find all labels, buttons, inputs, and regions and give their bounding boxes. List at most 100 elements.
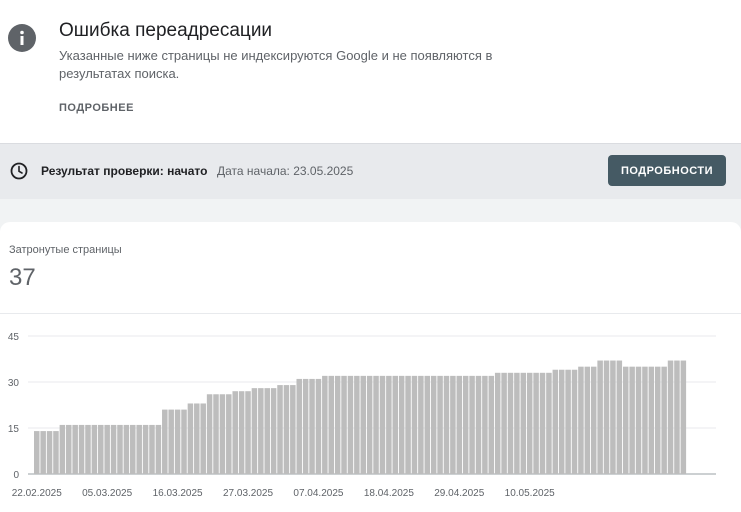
chart-bar — [309, 378, 315, 474]
chart-bar — [264, 388, 270, 474]
x-tick-label: 22.02.2025 — [12, 488, 62, 499]
chart-bar — [72, 424, 78, 474]
chart-bar — [386, 375, 392, 474]
chart-bar — [59, 424, 66, 474]
y-tick-label: 0 — [13, 470, 19, 481]
chart-bar — [142, 424, 149, 474]
chart-bar — [584, 366, 591, 474]
chart-bar — [488, 375, 495, 474]
chart-bar — [674, 360, 680, 474]
chart-bar — [430, 375, 437, 474]
chart-bar — [194, 403, 200, 474]
chart-bar — [411, 375, 418, 474]
chart-bar — [366, 375, 373, 474]
chart-bar — [162, 409, 168, 474]
chart-bar — [219, 394, 226, 474]
chart-bar — [123, 424, 130, 474]
chart-bar — [501, 372, 507, 474]
x-tick-label: 05.03.2025 — [82, 488, 132, 499]
chart-bar — [405, 375, 411, 474]
chart-bar — [98, 424, 104, 474]
validation-status: Результат проверки: начато — [41, 164, 208, 178]
chart-bar — [635, 366, 642, 474]
chart-bar — [85, 424, 91, 474]
issue-header: Ошибка переадресации Указанные ниже стра… — [0, 0, 741, 143]
chart-bar — [680, 360, 687, 474]
chart-bar — [46, 431, 53, 474]
chart-bar — [654, 366, 661, 474]
chart-bar — [315, 378, 322, 474]
chart-bar — [379, 375, 386, 474]
chart-bar — [322, 375, 328, 474]
x-tick-label: 16.03.2025 — [153, 488, 203, 499]
chart-bar — [341, 375, 347, 474]
chart-bar — [590, 366, 597, 474]
info-icon — [8, 24, 36, 52]
chart-bar — [392, 375, 399, 474]
chart-bar — [565, 369, 571, 474]
chart-bar — [597, 360, 603, 474]
chart-bar — [578, 366, 584, 474]
x-tick-label: 18.04.2025 — [364, 488, 414, 499]
chart-bar — [507, 372, 514, 474]
validation-bar: Результат проверки: начато Дата начала: … — [0, 143, 741, 199]
chart-bar — [91, 424, 98, 474]
chart-bar — [437, 375, 443, 474]
x-tick-label: 27.03.2025 — [223, 488, 273, 499]
chart-bar — [661, 366, 667, 474]
chart-bar — [136, 424, 142, 474]
chart-bar — [53, 431, 59, 474]
chart-bar — [251, 388, 258, 474]
chart-bar — [469, 375, 475, 474]
chart-bar — [168, 409, 174, 474]
chart-bar — [232, 391, 238, 474]
chart-bar — [443, 375, 450, 474]
chart-bar — [34, 431, 40, 474]
chart-bar — [277, 385, 283, 474]
chart-bar — [354, 375, 360, 474]
clock-icon — [10, 162, 28, 180]
chart-bar — [360, 375, 367, 474]
chart-bar — [667, 360, 674, 474]
chart-bar — [226, 394, 232, 474]
chart-bar — [245, 391, 251, 474]
chart-bar — [187, 403, 194, 474]
chart-bar — [533, 372, 539, 474]
chart-bar — [424, 375, 431, 474]
chart-bar — [40, 431, 46, 474]
chart-bar — [546, 372, 552, 474]
chart-bar — [571, 369, 578, 474]
chart-bar — [494, 372, 501, 474]
issue-title: Ошибка переадресации — [59, 20, 273, 41]
chart-bar — [622, 366, 629, 474]
x-tick-label: 29.04.2025 — [434, 488, 484, 499]
chart-bar — [258, 388, 264, 474]
chart-bar — [328, 375, 334, 474]
chart-bar — [629, 366, 635, 474]
chart-bar — [238, 391, 245, 474]
chart-bar — [616, 360, 623, 474]
chart-bar — [610, 360, 616, 474]
chart-bar — [648, 366, 655, 474]
chart-bar — [155, 424, 162, 474]
chart-bar — [539, 372, 546, 474]
chart-bar — [450, 375, 456, 474]
chart-bar — [200, 403, 206, 474]
chart-bar — [290, 385, 296, 474]
chart-bar — [270, 388, 277, 474]
chart-bar — [117, 424, 123, 474]
chart-bar — [296, 378, 302, 474]
chart-bar — [552, 369, 559, 474]
chart-bar — [174, 409, 181, 474]
y-tick-label: 45 — [8, 332, 20, 343]
chart-bar — [347, 375, 354, 474]
chart-bar — [398, 375, 405, 474]
learn-more-link[interactable]: ПОДРОБНЕЕ — [59, 102, 134, 114]
chart-bar — [149, 424, 155, 474]
x-tick-label: 10.05.2025 — [505, 488, 555, 499]
chart-bar — [482, 375, 488, 474]
validation-start-date: Дата начала: 23.05.2025 — [217, 164, 354, 178]
issue-description: Указанные ниже страницы не индексируются… — [59, 48, 493, 81]
chart-bar — [520, 372, 527, 474]
details-button[interactable]: ПОДРОБНОСТИ — [608, 155, 726, 186]
